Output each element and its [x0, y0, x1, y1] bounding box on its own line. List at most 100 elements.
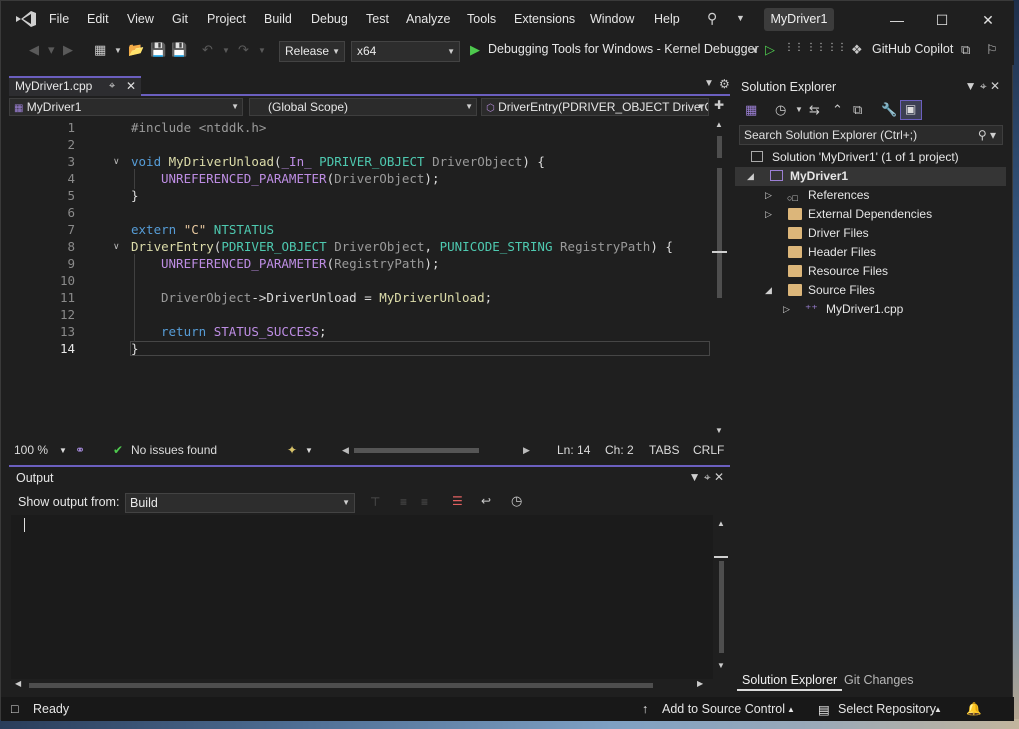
close-window-button[interactable]: ✕	[965, 7, 1011, 33]
sync-icon[interactable]: ⇆	[809, 102, 820, 118]
zoom-level[interactable]: 100 %	[14, 443, 48, 457]
scroll-right-icon[interactable]: ▶	[523, 445, 530, 456]
scroll-left-icon[interactable]: ◀	[342, 445, 349, 456]
menu-debug[interactable]: Debug	[311, 12, 348, 26]
close-icon[interactable]: ✕	[714, 470, 724, 484]
pin-icon[interactable]: ⌖	[109, 78, 115, 95]
open-folder-icon[interactable]: 📂	[128, 42, 144, 58]
menu-build[interactable]: Build	[264, 12, 292, 26]
menu-edit[interactable]: Edit	[87, 12, 109, 26]
tree-item-driver-files[interactable]: Driver Files	[735, 224, 1006, 243]
menu-test[interactable]: Test	[366, 12, 389, 26]
search-icon[interactable]: ⚲ ▾	[978, 126, 996, 144]
close-tab-icon[interactable]: ✕	[126, 78, 136, 95]
char-indicator[interactable]: Ch: 2	[605, 443, 634, 457]
code-cleanup-icon[interactable]: ✦	[287, 443, 297, 457]
chevron-down-icon[interactable]: ▼	[689, 470, 701, 484]
scroll-right-icon[interactable]: ▶	[697, 679, 703, 688]
menu-tools[interactable]: Tools	[467, 12, 496, 26]
collapsed-arrow-icon[interactable]: ▷	[765, 205, 772, 224]
chevron-up-icon[interactable]: ▲	[787, 705, 795, 714]
minimize-button[interactable]: —	[874, 7, 920, 33]
switch-views-icon[interactable]: ▦	[745, 102, 757, 118]
line-indicator[interactable]: Ln: 14	[557, 443, 590, 457]
github-copilot-button[interactable]: GitHub Copilot	[872, 42, 953, 56]
menu-git[interactable]: Git	[172, 12, 188, 26]
scroll-left-icon[interactable]: ◀	[15, 679, 21, 688]
back-icon[interactable]: ◀	[29, 42, 39, 58]
fold-chevron-icon[interactable]: ∨	[113, 156, 120, 167]
line-ending-indicator[interactable]: CRLF	[693, 443, 724, 457]
add-to-source-control-button[interactable]: Add to Source Control	[662, 702, 785, 716]
scrollbar-thumb[interactable]	[719, 561, 724, 653]
code-editor[interactable]: 1 2 3 4 5 6 7 8 9 10 11 12 13 14 ∨ ∨ #in…	[9, 118, 710, 440]
properties-wrench-icon[interactable]: 🔧	[881, 102, 897, 118]
chevron-down-icon[interactable]: ▼	[222, 46, 230, 55]
chevron-up-icon[interactable]: ▲	[934, 705, 942, 714]
collapse-all-icon[interactable]: ⌃	[832, 102, 843, 118]
scope-nav-select[interactable]: (Global Scope) ▼	[249, 98, 477, 116]
solution-search-input[interactable]: Search Solution Explorer (Ctrl+;) ⚲ ▾	[739, 125, 1003, 145]
copilot-icon[interactable]: ❖	[851, 42, 863, 58]
menu-help[interactable]: Help	[654, 12, 680, 26]
output-vertical-scrollbar[interactable]: ▲ ▼	[714, 515, 728, 675]
scroll-up-icon[interactable]: ▲	[715, 120, 723, 129]
toolbar-options-icon[interactable]: ⋮⋮	[827, 42, 847, 53]
preview-selected-items-button[interactable]: ▣	[900, 100, 922, 120]
menu-analyze[interactable]: Analyze	[406, 12, 450, 26]
menu-window[interactable]: Window	[590, 12, 634, 26]
menu-view[interactable]: View	[127, 12, 154, 26]
show-all-files-icon[interactable]: ⧉	[853, 102, 862, 118]
tab-solution-explorer[interactable]: Solution Explorer	[737, 670, 843, 691]
debug-target-button[interactable]: Debugging Tools for Windows - Kernel Deb…	[488, 42, 759, 56]
forward-icon[interactable]: ▶	[63, 42, 73, 58]
member-nav-select[interactable]: ⬡ DriverEntry(PDRIVER_OBJECT DriverO ▼	[481, 98, 709, 116]
new-project-icon[interactable]: ▦	[94, 42, 106, 58]
chevron-down-icon[interactable]: ▼	[736, 13, 745, 23]
save-all-icon[interactable]: 💾	[171, 42, 187, 58]
output-horizontal-scrollbar[interactable]: ◀ ▶	[11, 679, 711, 691]
gear-icon[interactable]: ⚙	[719, 77, 730, 91]
scroll-down-icon[interactable]: ▼	[717, 661, 725, 670]
expanded-arrow-icon[interactable]: ◢	[747, 167, 754, 186]
menu-project[interactable]: Project	[207, 12, 246, 26]
expanded-arrow-icon[interactable]: ◢	[765, 281, 772, 300]
menu-extensions[interactable]: Extensions	[514, 12, 575, 26]
configuration-select[interactable]: Release ▼	[279, 41, 345, 62]
chevron-down-icon[interactable]: ▼	[59, 446, 67, 455]
search-icon[interactable]: ⚲	[707, 10, 717, 27]
chevron-down-icon[interactable]: ▼	[965, 79, 977, 93]
horizontal-scrollbar-thumb[interactable]	[354, 448, 479, 453]
chevron-down-icon[interactable]: ▼	[704, 78, 714, 89]
next-message-icon[interactable]: ≡	[421, 495, 428, 509]
notifications-bell-icon[interactable]: 🔔	[966, 702, 982, 717]
project-nav-select[interactable]: ▦ MyDriver1 ▼	[9, 98, 243, 116]
tree-item-solution[interactable]: Solution 'MyDriver1' (1 of 1 project)	[735, 148, 1006, 167]
collapsed-arrow-icon[interactable]: ▷	[783, 300, 790, 319]
share-icon[interactable]: ⧉	[961, 42, 970, 58]
scrollbar-thumb[interactable]	[29, 683, 653, 688]
chevron-down-icon[interactable]: ▾	[48, 42, 55, 58]
word-wrap-icon[interactable]: ↩	[481, 494, 491, 508]
find-message-icon[interactable]: ⊤	[370, 495, 380, 509]
chevron-down-icon[interactable]: ▼	[795, 105, 803, 114]
undo-icon[interactable]: ↶	[202, 42, 213, 58]
split-editor-icon[interactable]: ✚	[714, 98, 724, 112]
clear-all-icon[interactable]: ☰	[452, 494, 463, 508]
platform-select[interactable]: x64 ▼	[351, 41, 460, 62]
fold-chevron-icon[interactable]: ∨	[113, 241, 120, 252]
select-repository-button[interactable]: Select Repository	[838, 702, 936, 716]
menu-file[interactable]: File	[49, 12, 69, 26]
issues-status[interactable]: No issues found	[131, 443, 217, 457]
output-text-area[interactable]	[11, 515, 713, 679]
output-source-select[interactable]: Build ▼	[125, 493, 355, 513]
pin-icon[interactable]: ⌖	[980, 79, 987, 93]
tab-mydriver1-cpp[interactable]: MyDriver1.cpp ⌖ ✕	[9, 76, 141, 96]
tree-item-project[interactable]: ◢ MyDriver1	[735, 167, 1006, 186]
tree-item-references[interactable]: ▷ ○□ References	[735, 186, 1006, 205]
status-icon[interactable]: □	[11, 702, 19, 716]
clock-icon[interactable]: ◷	[511, 493, 522, 509]
tree-item-mydriver1-cpp[interactable]: ▷ ⁺⁺ MyDriver1.cpp	[735, 300, 1006, 319]
start-without-debugging-icon[interactable]: ▷	[765, 42, 775, 58]
solution-name-badge[interactable]: MyDriver1	[764, 8, 834, 31]
